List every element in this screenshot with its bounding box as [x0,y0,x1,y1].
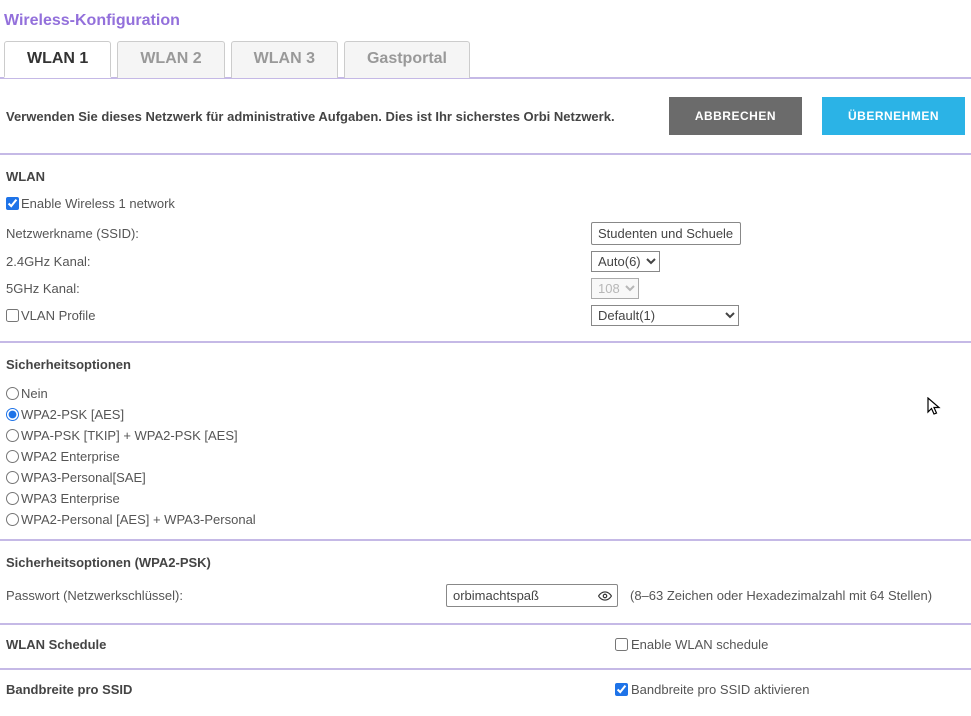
wlan-section: WLAN Enable Wireless 1 network Netzwerkn… [0,155,971,343]
security-wpa3ent-radio[interactable] [6,492,19,505]
password-hint: (8–63 Zeichen oder Hexadezimalzahl mit 6… [630,588,932,603]
security-none-label: Nein [21,386,48,401]
apply-button[interactable]: ÜBERNEHMEN [822,97,965,135]
schedule-heading: WLAN Schedule [6,633,106,656]
password-input[interactable] [446,584,618,607]
channel-5-label: 5GHz Kanal: [6,281,591,296]
schedule-section: WLAN Schedule Enable WLAN schedule [0,625,971,670]
tabs: WLAN 1 WLAN 2 WLAN 3 Gastportal [0,40,971,79]
security-wpa2psk-radio[interactable] [6,408,19,421]
security-wpa2ent-radio[interactable] [6,450,19,463]
schedule-enable-checkbox[interactable] [615,638,628,651]
tab-wlan3[interactable]: WLAN 3 [231,41,338,78]
network-description: Verwenden Sie dieses Netzwerk für admini… [6,109,615,124]
page-title: Wireless-Konfiguration [0,0,971,40]
security-wpa3ent-label: WPA3 Enterprise [21,491,120,506]
tab-wlan2[interactable]: WLAN 2 [117,41,224,78]
security-section: Sicherheitsoptionen Nein WPA2-PSK [AES] … [0,343,971,541]
tab-gastportal[interactable]: Gastportal [344,41,470,78]
cancel-button[interactable]: ABBRECHEN [669,97,802,135]
psk-section: Sicherheitsoptionen (WPA2-PSK) Passwort … [0,541,971,625]
channel-5-select: 108 [591,278,639,299]
security-heading: Sicherheitsoptionen [6,351,965,382]
security-mixedpsk-label: WPA-PSK [TKIP] + WPA2-PSK [AES] [21,428,238,443]
bandwidth-enable-label: Bandbreite pro SSID aktivieren [631,682,809,697]
security-wpa2psk-label: WPA2-PSK [AES] [21,407,124,422]
tab-wlan1[interactable]: WLAN 1 [4,41,111,78]
psk-heading: Sicherheitsoptionen (WPA2-PSK) [6,549,965,580]
security-none-radio[interactable] [6,387,19,400]
schedule-enable-label: Enable WLAN schedule [631,637,768,652]
bandwidth-enable-checkbox[interactable] [615,683,628,696]
enable-wireless-label: Enable Wireless 1 network [21,196,175,211]
channel-24-select[interactable]: Auto(6) [591,251,660,272]
security-wpa2wpa3-radio[interactable] [6,513,19,526]
ssid-label: Netzwerkname (SSID): [6,226,591,241]
vlan-profile-label: VLAN Profile [21,308,95,323]
wlan-heading: WLAN [6,163,965,194]
security-mixedpsk-radio[interactable] [6,429,19,442]
vlan-profile-select[interactable]: Default(1) [591,305,739,326]
security-wpa2ent-label: WPA2 Enterprise [21,449,120,464]
action-bar: Verwenden Sie dieses Netzwerk für admini… [0,79,971,155]
enable-wireless-checkbox[interactable] [6,197,19,210]
channel-24-label: 2.4GHz Kanal: [6,254,591,269]
ssid-input[interactable] [591,222,741,245]
bandwidth-heading: Bandbreite pro SSID [6,678,132,701]
vlan-profile-checkbox[interactable] [6,309,19,322]
security-wpa3sae-radio[interactable] [6,471,19,484]
eye-icon[interactable] [598,589,612,603]
bandwidth-section: Bandbreite pro SSID Bandbreite pro SSID … [0,670,971,713]
security-wpa3sae-label: WPA3-Personal[SAE] [21,470,146,485]
security-wpa2wpa3-label: WPA2-Personal [AES] + WPA3-Personal [21,512,256,527]
password-label: Passwort (Netzwerkschlüssel): [6,588,446,603]
